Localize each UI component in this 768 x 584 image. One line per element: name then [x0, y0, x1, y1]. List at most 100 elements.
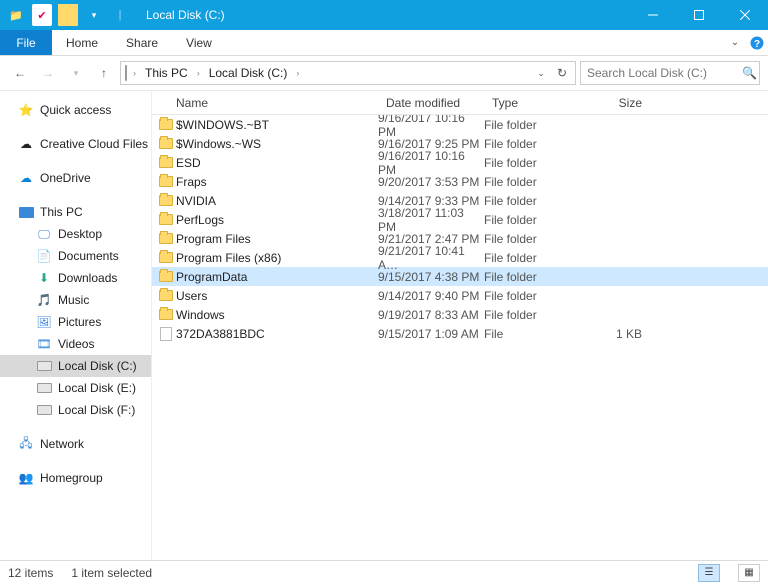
- tab-share[interactable]: Share: [112, 30, 172, 55]
- nav-documents[interactable]: 📄Documents: [0, 245, 151, 267]
- qa-check-icon[interactable]: ✔: [32, 4, 52, 26]
- nav-music[interactable]: 🎵Music: [0, 289, 151, 311]
- ribbon: File Home Share View ⌄ ?: [0, 30, 768, 56]
- folder-icon: [152, 290, 174, 301]
- nav-creative-cloud[interactable]: ☁Creative Cloud Files: [0, 133, 151, 155]
- file-tab[interactable]: File: [0, 30, 52, 55]
- navigation-pane: ⭐Quick access ☁Creative Cloud Files ☁One…: [0, 91, 152, 560]
- recent-dropdown[interactable]: ▾: [64, 61, 88, 85]
- cell-name: ESD: [174, 156, 378, 170]
- cell-name: Windows: [174, 308, 378, 322]
- onedrive-icon: ☁: [18, 170, 34, 186]
- nav-label: Local Disk (F:): [58, 403, 135, 417]
- col-date[interactable]: Date modified: [378, 96, 484, 110]
- nav-label: Videos: [58, 337, 94, 351]
- nav-onedrive[interactable]: ☁OneDrive: [0, 167, 151, 189]
- cell-date: 9/16/2017 10:16 PM: [378, 149, 484, 177]
- downloads-icon: ⬇: [36, 270, 52, 286]
- folder-icon: [152, 176, 174, 187]
- breadcrumb[interactable]: Local Disk (C:): [206, 66, 291, 80]
- folder-icon: [152, 138, 174, 149]
- table-row[interactable]: Fraps9/20/2017 3:53 PMFile folder: [152, 172, 768, 191]
- chevron-right-icon[interactable]: ›: [294, 68, 301, 78]
- table-row[interactable]: Users9/14/2017 9:40 PMFile folder: [152, 286, 768, 305]
- nav-label: Pictures: [58, 315, 101, 329]
- search-icon[interactable]: 🔍: [742, 66, 757, 80]
- pictures-icon: 🖼: [36, 314, 52, 330]
- cell-name: Program Files (x86): [174, 251, 378, 265]
- nav-downloads[interactable]: ⬇ Downloads: [0, 267, 151, 289]
- address-bar-row: ← → ▾ ↑ › This PC › Local Disk (C:) › ⌄ …: [0, 56, 768, 90]
- nav-label: Homegroup: [40, 471, 103, 485]
- nav-label: Network: [40, 437, 84, 451]
- cell-date: 9/15/2017 4:38 PM: [378, 270, 484, 284]
- status-bar: 12 items 1 item selected ☰ ▦: [0, 560, 768, 584]
- cell-name: $Windows.~WS: [174, 137, 378, 151]
- col-size[interactable]: Size: [584, 96, 658, 110]
- breadcrumb[interactable]: This PC: [142, 66, 191, 80]
- desktop-icon: 🖵: [36, 226, 52, 242]
- status-selected: 1 item selected: [71, 566, 152, 580]
- nav-network[interactable]: 🖧Network: [0, 433, 151, 455]
- nav-label: Downloads: [58, 271, 117, 285]
- cell-type: File folder: [484, 270, 584, 284]
- chevron-right-icon[interactable]: ›: [131, 68, 138, 78]
- tab-home[interactable]: Home: [52, 30, 112, 55]
- table-row[interactable]: Program Files (x86)9/21/2017 10:41 A…Fil…: [152, 248, 768, 267]
- qa-sep: |: [110, 4, 130, 26]
- qa-dropdown-icon[interactable]: ▾: [84, 4, 104, 26]
- nav-desktop[interactable]: 🖵 Desktop: [0, 223, 151, 245]
- nav-drive-e[interactable]: Local Disk (E:): [0, 377, 151, 399]
- column-headers: Name Date modified Type Size: [152, 91, 768, 115]
- search-box[interactable]: 🔍: [580, 61, 760, 85]
- qa-folder-icon[interactable]: [58, 4, 78, 26]
- table-row[interactable]: $WINDOWS.~BT9/16/2017 10:16 PMFile folde…: [152, 115, 768, 134]
- nav-label: Documents: [58, 249, 119, 263]
- file-rows: $WINDOWS.~BT9/16/2017 10:16 PMFile folde…: [152, 115, 768, 560]
- up-button[interactable]: ↑: [92, 61, 116, 85]
- address-bar[interactable]: › This PC › Local Disk (C:) › ⌄ ↻: [120, 61, 576, 85]
- nav-videos[interactable]: 🎞Videos: [0, 333, 151, 355]
- cell-date: 3/18/2017 11:03 PM: [378, 206, 484, 234]
- table-row[interactable]: ProgramData9/15/2017 4:38 PMFile folder: [152, 267, 768, 286]
- cell-date: 9/20/2017 3:53 PM: [378, 175, 484, 189]
- search-input[interactable]: [587, 66, 742, 80]
- minimize-button[interactable]: [630, 0, 676, 30]
- cell-type: File folder: [484, 289, 584, 303]
- cell-name: Program Files: [174, 232, 378, 246]
- nav-pictures[interactable]: 🖼 Pictures: [0, 311, 151, 333]
- refresh-icon[interactable]: ↻: [553, 66, 571, 80]
- address-dropdown-icon[interactable]: ⌄: [533, 68, 549, 79]
- nav-homegroup[interactable]: 👥Homegroup: [0, 467, 151, 489]
- nav-label: Creative Cloud Files: [40, 137, 148, 151]
- nav-quick-access[interactable]: ⭐Quick access: [0, 99, 151, 121]
- col-name[interactable]: Name: [152, 96, 378, 110]
- maximize-button[interactable]: [676, 0, 722, 30]
- col-type[interactable]: Type: [484, 96, 584, 110]
- table-row[interactable]: ESD9/16/2017 10:16 PMFile folder: [152, 153, 768, 172]
- details-view-button[interactable]: ☰: [698, 564, 720, 582]
- help-icon[interactable]: ?: [746, 30, 768, 55]
- drive-icon: [36, 358, 52, 374]
- nav-drive-c[interactable]: Local Disk (C:): [0, 355, 151, 377]
- nav-label: Local Disk (C:): [58, 359, 137, 373]
- folder-icon: [152, 214, 174, 225]
- cell-name: Fraps: [174, 175, 378, 189]
- thumbnails-view-button[interactable]: ▦: [738, 564, 760, 582]
- cell-type: File folder: [484, 251, 584, 265]
- chevron-right-icon[interactable]: ›: [195, 68, 202, 78]
- cell-size: 1 KB: [584, 327, 658, 341]
- table-row[interactable]: Windows9/19/2017 8:33 AMFile folder: [152, 305, 768, 324]
- back-button[interactable]: ←: [8, 61, 32, 85]
- nav-label: Desktop: [58, 227, 102, 241]
- close-button[interactable]: [722, 0, 768, 30]
- folder-icon: [152, 119, 174, 130]
- nav-drive-f[interactable]: Local Disk (F:): [0, 399, 151, 421]
- ribbon-expand-icon[interactable]: ⌄: [724, 30, 746, 55]
- nav-this-pc[interactable]: This PC: [0, 201, 151, 223]
- forward-button[interactable]: →: [36, 61, 60, 85]
- table-row[interactable]: 372DA3881BDC9/15/2017 1:09 AMFile1 KB: [152, 324, 768, 343]
- table-row[interactable]: PerfLogs3/18/2017 11:03 PMFile folder: [152, 210, 768, 229]
- drive-icon: [36, 380, 52, 396]
- tab-view[interactable]: View: [172, 30, 226, 55]
